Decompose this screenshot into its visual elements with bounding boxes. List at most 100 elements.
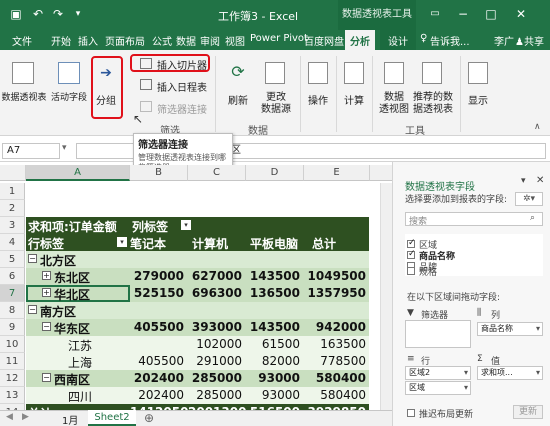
pivot-chart-button[interactable]: 数据 透视图	[378, 92, 410, 116]
value-cell[interactable]: 1357950	[304, 286, 370, 300]
vertical-scrollbar[interactable]	[380, 183, 392, 412]
sheet-tab[interactable]: 1月	[62, 412, 78, 426]
value-cell[interactable]: 136500	[246, 286, 304, 300]
tab-analyze[interactable]: 分析	[345, 30, 375, 50]
column-header-c[interactable]: C	[188, 165, 246, 181]
add-sheet-icon[interactable]: ⊕	[144, 411, 154, 425]
tab-baidu[interactable]: 百度网盘	[304, 33, 344, 48]
field-checkbox[interactable]: ✓	[407, 238, 416, 248]
customize-icon[interactable]: ▾	[70, 6, 86, 22]
filters-drop-area[interactable]	[405, 320, 471, 348]
row-header[interactable]: 13	[0, 387, 25, 404]
value-cell[interactable]: 143500	[246, 269, 304, 283]
value-cell[interactable]: 1049500	[304, 269, 370, 283]
value-cell[interactable]: 942000	[304, 320, 370, 334]
row-header[interactable]: 8	[0, 302, 25, 319]
redo-icon[interactable]: ↷	[50, 6, 66, 22]
value-cell[interactable]: 405500	[130, 320, 188, 334]
actions-button[interactable]: 操作	[306, 92, 330, 107]
recommended-pivot-button[interactable]: 推荐的数 据透视表	[412, 92, 454, 116]
row-header[interactable]: 12	[0, 370, 25, 387]
column-filter-dropdown-icon[interactable]: ▾	[181, 220, 191, 230]
tab-design[interactable]: 设计	[380, 30, 416, 50]
calculate-button[interactable]: 计算	[342, 92, 366, 107]
tab-data[interactable]: 数据	[176, 33, 196, 48]
minimize-icon[interactable]: −	[454, 6, 472, 22]
value-cell[interactable]: 580400	[304, 388, 370, 402]
row-header[interactable]: 2	[0, 200, 25, 217]
value-cell[interactable]: 627000	[188, 269, 246, 283]
row-header[interactable]: 3	[0, 217, 25, 234]
values-field-chip[interactable]: 求和项...	[477, 366, 543, 380]
tab-insert[interactable]: 插入	[78, 33, 98, 48]
column-header-b[interactable]: B	[130, 165, 188, 181]
collapse-icon[interactable]: −	[42, 373, 51, 382]
insert-timeline-button[interactable]: 插入日程表	[157, 79, 207, 94]
collapse-ribbon-icon[interactable]: ∧	[534, 122, 541, 132]
field-checkbox[interactable]	[407, 267, 415, 275]
row-header[interactable]: 6	[0, 268, 25, 285]
field-search-input[interactable]: 搜索 ⌕	[405, 212, 543, 227]
pane-options-icon[interactable]: ▾	[521, 176, 526, 186]
tab-formulas[interactable]: 公式	[152, 33, 172, 48]
update-button[interactable]: 更新	[513, 405, 543, 419]
tab-file[interactable]: 文件	[12, 33, 32, 48]
value-cell[interactable]: 778500	[304, 354, 370, 368]
rows-field-chip[interactable]: 区域2	[405, 366, 471, 380]
select-all-corner[interactable]	[0, 165, 26, 181]
active-field-button[interactable]: 活动字段	[48, 90, 90, 103]
value-cell[interactable]: 285000	[188, 371, 246, 385]
value-cell[interactable]: 279000	[130, 269, 188, 283]
value-cell[interactable]: 61500	[246, 337, 304, 351]
row-header[interactable]: 1	[0, 183, 25, 200]
row-header[interactable]: 7	[0, 285, 25, 302]
tab-view[interactable]: 视图	[225, 33, 245, 48]
value-cell[interactable]: 405500	[130, 354, 188, 368]
tab-home[interactable]: 开始	[51, 33, 71, 48]
ribbon-display-icon[interactable]: ▭	[426, 6, 444, 22]
row-header[interactable]: 9	[0, 319, 25, 336]
share-button[interactable]: ♟共享	[515, 33, 544, 48]
tab-review[interactable]: 审阅	[200, 33, 220, 48]
row-header[interactable]: 5	[0, 251, 25, 268]
columns-field-chip[interactable]: 商品名称	[477, 322, 543, 336]
defer-update-checkbox[interactable]	[407, 409, 415, 417]
row-header[interactable]: 4	[0, 234, 25, 251]
subregion-label[interactable]: 华北区	[54, 286, 90, 303]
name-box[interactable]: A7	[2, 143, 60, 159]
sheet-tab-active[interactable]: Sheet2	[88, 410, 136, 426]
scroll-left-icon[interactable]: ◀	[6, 412, 13, 422]
expand-icon[interactable]: +	[42, 288, 51, 297]
value-cell[interactable]: 82000	[246, 354, 304, 368]
rows-field-chip[interactable]: 区域	[405, 381, 471, 395]
user-name[interactable]: 李广	[494, 33, 514, 48]
settings-gear-icon[interactable]: ✲▾	[515, 192, 543, 206]
column-header-d[interactable]: D	[246, 165, 304, 181]
value-cell[interactable]: 93000	[246, 388, 304, 402]
column-header-e[interactable]: E	[304, 165, 370, 181]
value-cell[interactable]: 93000	[246, 371, 304, 385]
worksheet-grid[interactable]: A B C D E 1 2 3 4 5 6 7 8 9 10 11 12 13 …	[0, 165, 392, 412]
value-cell[interactable]: 163500	[304, 337, 370, 351]
column-header-f[interactable]	[370, 165, 392, 181]
tell-me-input[interactable]: 告诉我...	[430, 33, 470, 48]
collapse-icon[interactable]: −	[28, 305, 37, 314]
value-cell[interactable]: 202400	[130, 371, 188, 385]
value-cell[interactable]: 393000	[188, 320, 246, 334]
pane-close-icon[interactable]: ✕	[536, 175, 544, 186]
filter-connections-button[interactable]: 筛选器连接	[157, 101, 207, 116]
undo-icon[interactable]: ↶	[30, 6, 46, 22]
collapse-icon[interactable]: −	[28, 254, 37, 263]
refresh-button[interactable]: 刷新	[224, 92, 252, 107]
value-cell[interactable]: 580400	[304, 371, 370, 385]
column-header-a[interactable]: A	[26, 165, 130, 181]
expand-icon[interactable]: +	[42, 271, 51, 280]
save-icon[interactable]: ▣	[8, 6, 24, 22]
value-cell[interactable]: 285000	[188, 388, 246, 402]
collapse-icon[interactable]: −	[42, 322, 51, 331]
value-cell[interactable]: 696300	[188, 286, 246, 300]
pivot-table-button[interactable]: 数据透视表	[1, 90, 47, 103]
scroll-right-icon[interactable]: ▶	[22, 412, 29, 422]
maximize-icon[interactable]: □	[482, 6, 500, 22]
close-icon[interactable]: ✕	[512, 6, 530, 22]
